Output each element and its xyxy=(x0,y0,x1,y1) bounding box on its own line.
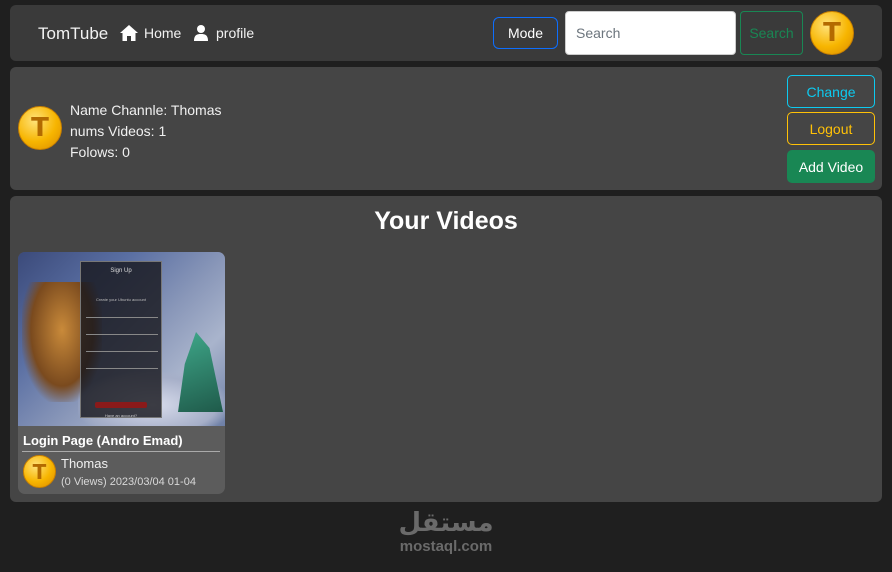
person-icon xyxy=(194,25,208,41)
thumbnail-form-field xyxy=(86,334,158,335)
channel-video-count: nums Videos: 1 xyxy=(70,123,167,139)
nav-profile-label: profile xyxy=(216,25,255,41)
video-title[interactable]: Login Page (Andro Emad) xyxy=(23,433,183,448)
avatar-letter: T xyxy=(31,113,49,143)
avatar-letter: T xyxy=(32,459,47,484)
brand-logo[interactable]: TomTube xyxy=(38,24,108,44)
avatar-letter: T xyxy=(823,18,841,48)
video-channel-avatar[interactable]: T xyxy=(23,455,56,488)
video-thumbnail[interactable]: Sign Up Create your Ubuntu account Have … xyxy=(18,252,225,426)
video-channel-name[interactable]: Thomas xyxy=(61,456,108,471)
video-meta: (0 Views) 2023/03/04 01-04 xyxy=(61,476,196,488)
search-button[interactable]: Search xyxy=(740,11,803,55)
search-input[interactable] xyxy=(565,11,736,55)
nav-profile-link[interactable]: profile xyxy=(192,25,254,41)
watermark: مستقل mostaql.com xyxy=(0,508,892,555)
your-videos-panel: Your Videos Sign Up Create your Ubuntu a… xyxy=(10,196,882,502)
user-avatar[interactable]: T xyxy=(810,11,854,55)
channel-follows: Folows: 0 xyxy=(70,144,130,160)
add-video-button[interactable]: Add Video xyxy=(787,150,875,183)
channel-info-panel: T Name Channle: Thomas nums Videos: 1 Fo… xyxy=(10,67,882,190)
watermark-text: mostaql.com xyxy=(399,538,493,555)
thumbnail-form-field xyxy=(86,368,158,369)
channel-name: Name Channle: Thomas xyxy=(70,102,222,118)
divider xyxy=(22,451,220,452)
nav-home-label: Home xyxy=(144,25,182,41)
channel-avatar: T xyxy=(18,106,62,150)
navbar: TomTube Home profile Mode Search T xyxy=(10,5,882,61)
watermark-logo: مستقل xyxy=(398,508,494,538)
nav-home-link[interactable]: Home xyxy=(120,25,181,41)
logout-button[interactable]: Logout xyxy=(787,112,875,145)
change-button[interactable]: Change xyxy=(787,75,875,108)
thumbnail-form-button xyxy=(95,402,147,408)
thumbnail-form-field xyxy=(86,351,158,352)
thumbnail-form-link: Have an account? xyxy=(104,413,138,418)
thumbnail-form-title: Sign Up xyxy=(110,268,132,274)
house-icon xyxy=(120,25,138,41)
thumbnail-form-subtitle: Create your Ubuntu account xyxy=(95,297,147,302)
channel-details: Name Channle: Thomas nums Videos: 1 Folo… xyxy=(70,100,221,163)
section-title: Your Videos xyxy=(374,207,518,235)
video-card[interactable]: Sign Up Create your Ubuntu account Have … xyxy=(18,252,225,494)
thumbnail-form-field xyxy=(86,317,158,318)
mode-toggle-button[interactable]: Mode xyxy=(493,17,558,49)
thumbnail-signup-form: Sign Up Create your Ubuntu account Have … xyxy=(80,261,162,418)
